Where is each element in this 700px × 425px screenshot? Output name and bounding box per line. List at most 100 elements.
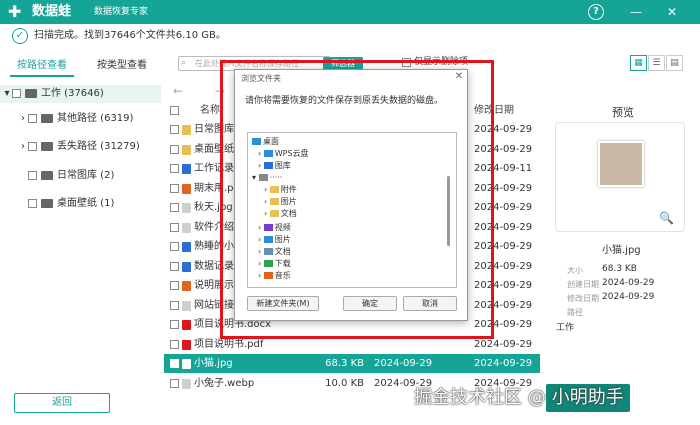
file-type-icon: [182, 144, 191, 155]
help-icon[interactable]: ?: [588, 4, 604, 20]
list-view-button[interactable]: ☰: [648, 55, 665, 71]
deleted-only-checkbox[interactable]: [402, 58, 411, 67]
tree-item-desktop-wallpaper[interactable]: 桌面壁纸 (1): [28, 196, 114, 212]
minimize-button[interactable]: —: [628, 4, 644, 20]
scrollbar-thumb[interactable]: [447, 176, 450, 246]
check-circle-icon: ✓: [12, 28, 28, 44]
folder-tree-scrollbar[interactable]: [445, 136, 453, 284]
meta-key: 修改日期: [567, 294, 599, 303]
folder-icon: [269, 210, 279, 217]
folder-node-desktop[interactable]: 桌面: [252, 137, 279, 147]
file-modified: 2024-09-29: [474, 202, 533, 213]
desktop-icon: [252, 138, 261, 145]
folder-node-documents-sub[interactable]: › 文档: [264, 209, 297, 219]
gallery-icon: [263, 162, 273, 169]
folder-node-user[interactable]: ▾ ·····: [252, 173, 282, 183]
table-row[interactable]: 小猫.jpg 68.3 KB 2024-09-29 2024-09-29: [164, 354, 540, 373]
new-folder-button[interactable]: 新建文件夹(M): [247, 296, 319, 311]
row-checkbox[interactable]: [170, 339, 179, 349]
app-title: 数据蛙: [32, 4, 72, 19]
preview-thumbnail[interactable]: [598, 141, 644, 187]
file-type-icon: [182, 164, 191, 174]
scan-status-text: 扫描完成。找到37646个文件共6.10 GB。: [34, 30, 226, 41]
meta-key: 路径: [567, 308, 583, 317]
tree-checkbox[interactable]: [28, 141, 37, 151]
close-button[interactable]: ✕: [664, 4, 680, 20]
folder-node-videos[interactable]: › 视频: [258, 223, 291, 233]
meta-key: 创建日期: [567, 280, 599, 289]
folder-node-wps[interactable]: › WPS云盘: [258, 149, 309, 159]
tree-checkbox[interactable]: [28, 113, 37, 123]
row-checkbox[interactable]: [170, 320, 179, 329]
tab-by-type[interactable]: 按类型查看: [92, 55, 152, 77]
select-all-checkbox[interactable]: [170, 106, 179, 115]
detail-view-button[interactable]: ▤: [666, 55, 683, 71]
row-checkbox[interactable]: [170, 261, 179, 271]
folder-node-gallery[interactable]: › 图库: [258, 161, 291, 171]
tree-root-work[interactable]: ▾ 工作 (37646): [0, 85, 161, 103]
column-modified[interactable]: 修改日期: [474, 105, 514, 117]
row-checkbox[interactable]: [170, 242, 179, 251]
dialog-close-icon[interactable]: ✕: [453, 71, 465, 83]
chevron-right-icon[interactable]: ›: [18, 139, 28, 155]
row-checkbox[interactable]: [170, 183, 179, 193]
file-modified: 2024-09-29: [474, 358, 533, 369]
cancel-button[interactable]: 取消: [403, 296, 457, 311]
file-modified: 2024-09-29: [474, 280, 533, 291]
row-checkbox[interactable]: [170, 203, 179, 212]
tree-item-daily-gallery[interactable]: 日常图库 (2): [28, 168, 114, 184]
file-type-icon: [182, 222, 191, 233]
watermark-badge: 小明助手: [545, 384, 630, 412]
row-checkbox[interactable]: [170, 144, 179, 154]
nav-arrows[interactable]: ← →: [173, 84, 239, 98]
row-checkbox[interactable]: [170, 378, 179, 388]
file-type-icon: [182, 125, 191, 135]
file-type-icon: [182, 339, 191, 350]
folder-icon: [41, 113, 53, 123]
folder-node-music[interactable]: › 音乐: [258, 271, 291, 281]
tree-checkbox[interactable]: [28, 198, 37, 208]
file-modified: 2024-09-11: [474, 163, 533, 174]
grid-view-button[interactable]: ▦: [630, 55, 647, 71]
preview-title: 预览: [612, 106, 634, 119]
folder-node-attachments[interactable]: › 附件: [264, 185, 297, 195]
column-name[interactable]: 名称: [200, 105, 220, 117]
back-button[interactable]: 返回: [14, 393, 110, 413]
folder-node-documents[interactable]: › 文档: [258, 247, 291, 257]
tree-checkbox[interactable]: [12, 88, 21, 98]
table-row[interactable]: 项目说明书.pdf 2024-09-29: [164, 335, 540, 354]
ok-button[interactable]: 确定: [343, 296, 397, 311]
file-modified: 2024-09-29: [474, 143, 533, 155]
row-checkbox[interactable]: [170, 281, 179, 290]
meta-value: 工作: [556, 323, 575, 333]
chevron-right-icon[interactable]: ›: [18, 111, 28, 127]
watermark-text: 掘金技术社区 @: [414, 387, 546, 408]
file-name: 项目说明书.pdf: [194, 338, 264, 350]
folder-node-downloads[interactable]: › 下载: [258, 259, 291, 269]
zoom-icon[interactable]: 🔍: [659, 211, 674, 225]
file-modified: 2024-09-29: [474, 338, 533, 350]
row-checkbox[interactable]: [170, 222, 179, 232]
row-checkbox[interactable]: [170, 300, 179, 310]
folder-icon: [269, 198, 279, 205]
drive-icon: [25, 88, 37, 98]
tree-item-lost-paths[interactable]: › 丢失路径 (31279): [18, 139, 140, 155]
search-icon: ⌕: [181, 58, 187, 68]
file-name: 小猫.jpg: [194, 358, 233, 369]
chevron-down-icon[interactable]: ▾: [2, 85, 12, 103]
tree-item-label: 日常图库 (2): [57, 170, 115, 181]
folder-node-pictures-sub[interactable]: › 图片: [264, 197, 297, 207]
tree-item-label: 桌面壁纸 (1): [57, 198, 115, 209]
folder-tree[interactable]: 桌面 › WPS云盘 › 图库 ▾ ····· › 附件 › 图片 › 文档 ›…: [247, 132, 457, 288]
tree-checkbox[interactable]: [28, 170, 37, 180]
tree-item-other-paths[interactable]: › 其他路径 (6319): [18, 111, 133, 127]
row-checkbox[interactable]: [170, 125, 179, 134]
watermark: 掘金技术社区 @ 小明助手: [414, 384, 630, 412]
row-checkbox[interactable]: [170, 359, 179, 368]
file-name: 小兔子.webp: [194, 377, 255, 389]
meta-value: 68.3 KB: [602, 264, 637, 274]
folder-node-pictures[interactable]: › 图片: [258, 235, 291, 245]
tab-by-path[interactable]: 按路径查看: [10, 55, 74, 77]
row-checkbox[interactable]: [170, 164, 179, 173]
folder-icon: [41, 198, 53, 208]
